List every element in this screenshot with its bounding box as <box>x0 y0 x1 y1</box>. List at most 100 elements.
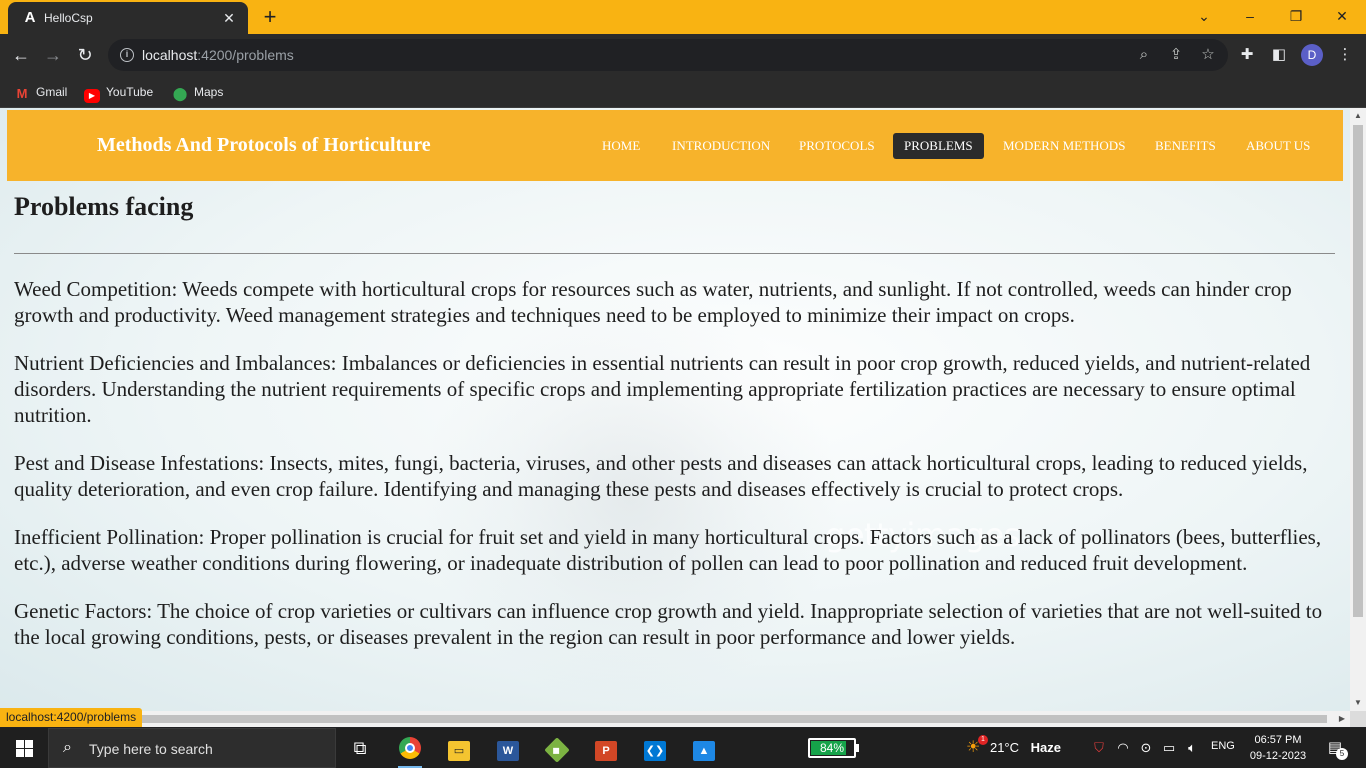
url-text[interactable]: localhost:4200/problems <box>142 47 294 63</box>
nav-problems[interactable]: PROBLEMS <box>893 133 984 159</box>
profile-avatar[interactable]: D <box>1301 44 1323 66</box>
zoom-search-icon[interactable]: ⌕ <box>1134 45 1154 65</box>
restore-button[interactable]: ❐ <box>1282 4 1310 28</box>
clock-time: 06:57 PM <box>1254 734 1302 746</box>
horizontal-scrollbar[interactable]: ▶ <box>0 711 1350 727</box>
new-tab-button[interactable]: + <box>258 5 282 29</box>
close-tab-icon[interactable]: ✕ <box>220 9 238 27</box>
forward-button[interactable]: → <box>40 42 66 68</box>
search-icon: ⌕ <box>63 739 72 756</box>
powerpoint-icon: P <box>595 741 617 761</box>
side-panel-icon[interactable]: ◧ <box>1268 44 1290 66</box>
bookmark-gmail[interactable]: M Gmail <box>14 83 68 101</box>
windows-taskbar: ⌕ Type here to search ⧉ ▭ W ◆ P ❮❯ ▲ 84%… <box>0 728 1366 768</box>
git-icon: ◆ <box>544 737 570 763</box>
extensions-puzzle-icon[interactable]: ✚ <box>1236 44 1258 66</box>
bookmark-maps[interactable]: ⬤ Maps <box>172 83 224 101</box>
powerpoint-app[interactable]: P <box>586 732 626 764</box>
taskbar-search[interactable]: ⌕ Type here to search <box>48 728 336 768</box>
haze-sun-icon: ☀ 1 <box>966 735 988 759</box>
language-indicator[interactable]: ENG <box>1211 740 1235 752</box>
scroll-down-icon[interactable]: ▼ <box>1350 695 1366 711</box>
chrome-app[interactable] <box>390 732 430 768</box>
main-content: Problems facing Weed Competition: Weeds … <box>14 192 1335 672</box>
back-button[interactable]: ← <box>8 42 34 68</box>
photos-icon: ▲ <box>693 741 715 761</box>
site-info-icon[interactable]: i <box>120 48 134 62</box>
problem-paragraph: Genetic Factors: The choice of crop vari… <box>14 599 1323 649</box>
search-placeholder: Type here to search <box>89 741 213 757</box>
windows-logo-pane <box>16 749 24 757</box>
word-icon: W <box>497 741 519 761</box>
tab-search-chevron-icon[interactable]: ⌄ <box>1190 4 1218 28</box>
scroll-right-icon[interactable]: ▶ <box>1334 711 1350 727</box>
notification-center-icon[interactable]: ▤ 5 <box>1324 738 1348 760</box>
word-app[interactable]: W <box>488 732 528 764</box>
system-clock[interactable]: 06:57 PM 09-12-2023 <box>1248 732 1308 764</box>
share-icon[interactable]: ⇪ <box>1166 45 1186 65</box>
bookmark-star-icon[interactable]: ☆ <box>1198 45 1218 65</box>
nav-about-us[interactable]: ABOUT US <box>1235 133 1321 159</box>
horizontal-scroll-thumb[interactable] <box>17 715 1327 723</box>
nav-home[interactable]: HOME <box>591 133 651 159</box>
weather-widget[interactable]: ☀ 1 21°C Haze <box>966 735 1061 759</box>
vertical-scroll-thumb[interactable] <box>1353 125 1363 617</box>
scroll-up-icon[interactable]: ▲ <box>1350 108 1366 124</box>
problem-paragraph: Weed Competition: Weeds compete with hor… <box>14 277 1292 327</box>
nav-protocols[interactable]: PROTOCOLS <box>788 133 886 159</box>
site-brand[interactable]: Methods And Protocols of Horticulture <box>97 134 431 157</box>
scrollbar-corner <box>1350 711 1366 727</box>
folder-icon: ▭ <box>448 741 470 761</box>
windows-logo-pane <box>25 740 33 748</box>
wifi-icon[interactable]: ◠ <box>1114 738 1132 758</box>
git-app[interactable]: ◆ <box>537 732 577 764</box>
youtube-icon: ▶ <box>84 89 100 103</box>
page-viewport: gettyimages Methods And Protocols of Hor… <box>0 108 1350 711</box>
nav-benefits[interactable]: BENEFITS <box>1144 133 1227 159</box>
battery-tray-icon[interactable]: ▭ <box>1160 738 1178 758</box>
weather-desc: Haze <box>1030 740 1061 755</box>
tab-hellocsp[interactable]: A HelloCsp ✕ <box>8 2 248 34</box>
problem-paragraph: Nutrient Deficiencies and Imbalances: Im… <box>14 351 1311 427</box>
divider <box>14 253 1335 254</box>
problem-paragraph: Inefficient Pollination: Proper pollinat… <box>14 525 1322 575</box>
battery-percent: 84% <box>819 741 845 755</box>
gmail-icon: M <box>16 86 28 101</box>
tab-title: HelloCsp <box>44 11 93 25</box>
bookmarks-bar: M Gmail ▶ YouTube ⬤ Maps <box>0 76 1366 108</box>
photos-app[interactable]: ▲ <box>684 732 724 764</box>
close-window-button[interactable]: ✕ <box>1328 4 1356 28</box>
clock-date: 09-12-2023 <box>1249 750 1307 762</box>
tab-strip: A HelloCsp ✕ + ⌄ – ❐ ✕ <box>0 0 1366 34</box>
volume-icon[interactable]: 🔈︎ <box>1183 738 1201 758</box>
problem-paragraph: Pest and Disease Infestations: Insects, … <box>14 451 1308 501</box>
status-bubble: localhost:4200/problems <box>0 708 143 727</box>
minimize-button[interactable]: – <box>1236 4 1264 28</box>
windows-logo-icon <box>16 740 24 748</box>
file-explorer-app[interactable]: ▭ <box>439 732 479 764</box>
browser-toolbar: ← → ↻ i localhost:4200/problems ⌕ ⇪ ☆ ✚ … <box>0 34 1366 76</box>
battery-indicator[interactable]: 84% <box>808 738 859 758</box>
nav-modern-methods[interactable]: MODERN METHODS <box>992 133 1136 159</box>
vertical-scrollbar[interactable]: ▲ ▼ <box>1350 108 1366 711</box>
antivirus-tray-icon[interactable]: ⛉ <box>1090 738 1108 758</box>
angular-favicon-icon: A <box>24 9 36 26</box>
windows-start-button[interactable] <box>0 728 48 768</box>
weather-badge: 1 <box>978 735 988 745</box>
bookmark-youtube[interactable]: ▶ YouTube <box>84 83 153 103</box>
notification-count: 5 <box>1336 748 1348 760</box>
nav-introduction[interactable]: INTRODUCTION <box>661 133 781 159</box>
address-bar[interactable]: i localhost:4200/problems ⌕ ⇪ ☆ <box>108 39 1228 71</box>
weather-temp: 21°C <box>989 740 1020 755</box>
vscode-icon: ❮❯ <box>644 741 666 761</box>
reload-button[interactable]: ↻ <box>72 42 98 68</box>
windows-logo-pane <box>25 749 33 757</box>
page-title: Problems facing <box>14 192 194 221</box>
meet-now-icon[interactable]: ⊙ <box>1137 738 1155 758</box>
menu-kebab-icon[interactable]: ⋮ <box>1334 44 1356 66</box>
chrome-icon <box>399 737 421 759</box>
task-view-icon[interactable]: ⧉ <box>340 732 380 764</box>
vscode-app[interactable]: ❮❯ <box>635 732 675 764</box>
site-navbar: Methods And Protocols of Horticulture HO… <box>7 110 1343 181</box>
maps-icon: ⬤ <box>172 86 188 101</box>
